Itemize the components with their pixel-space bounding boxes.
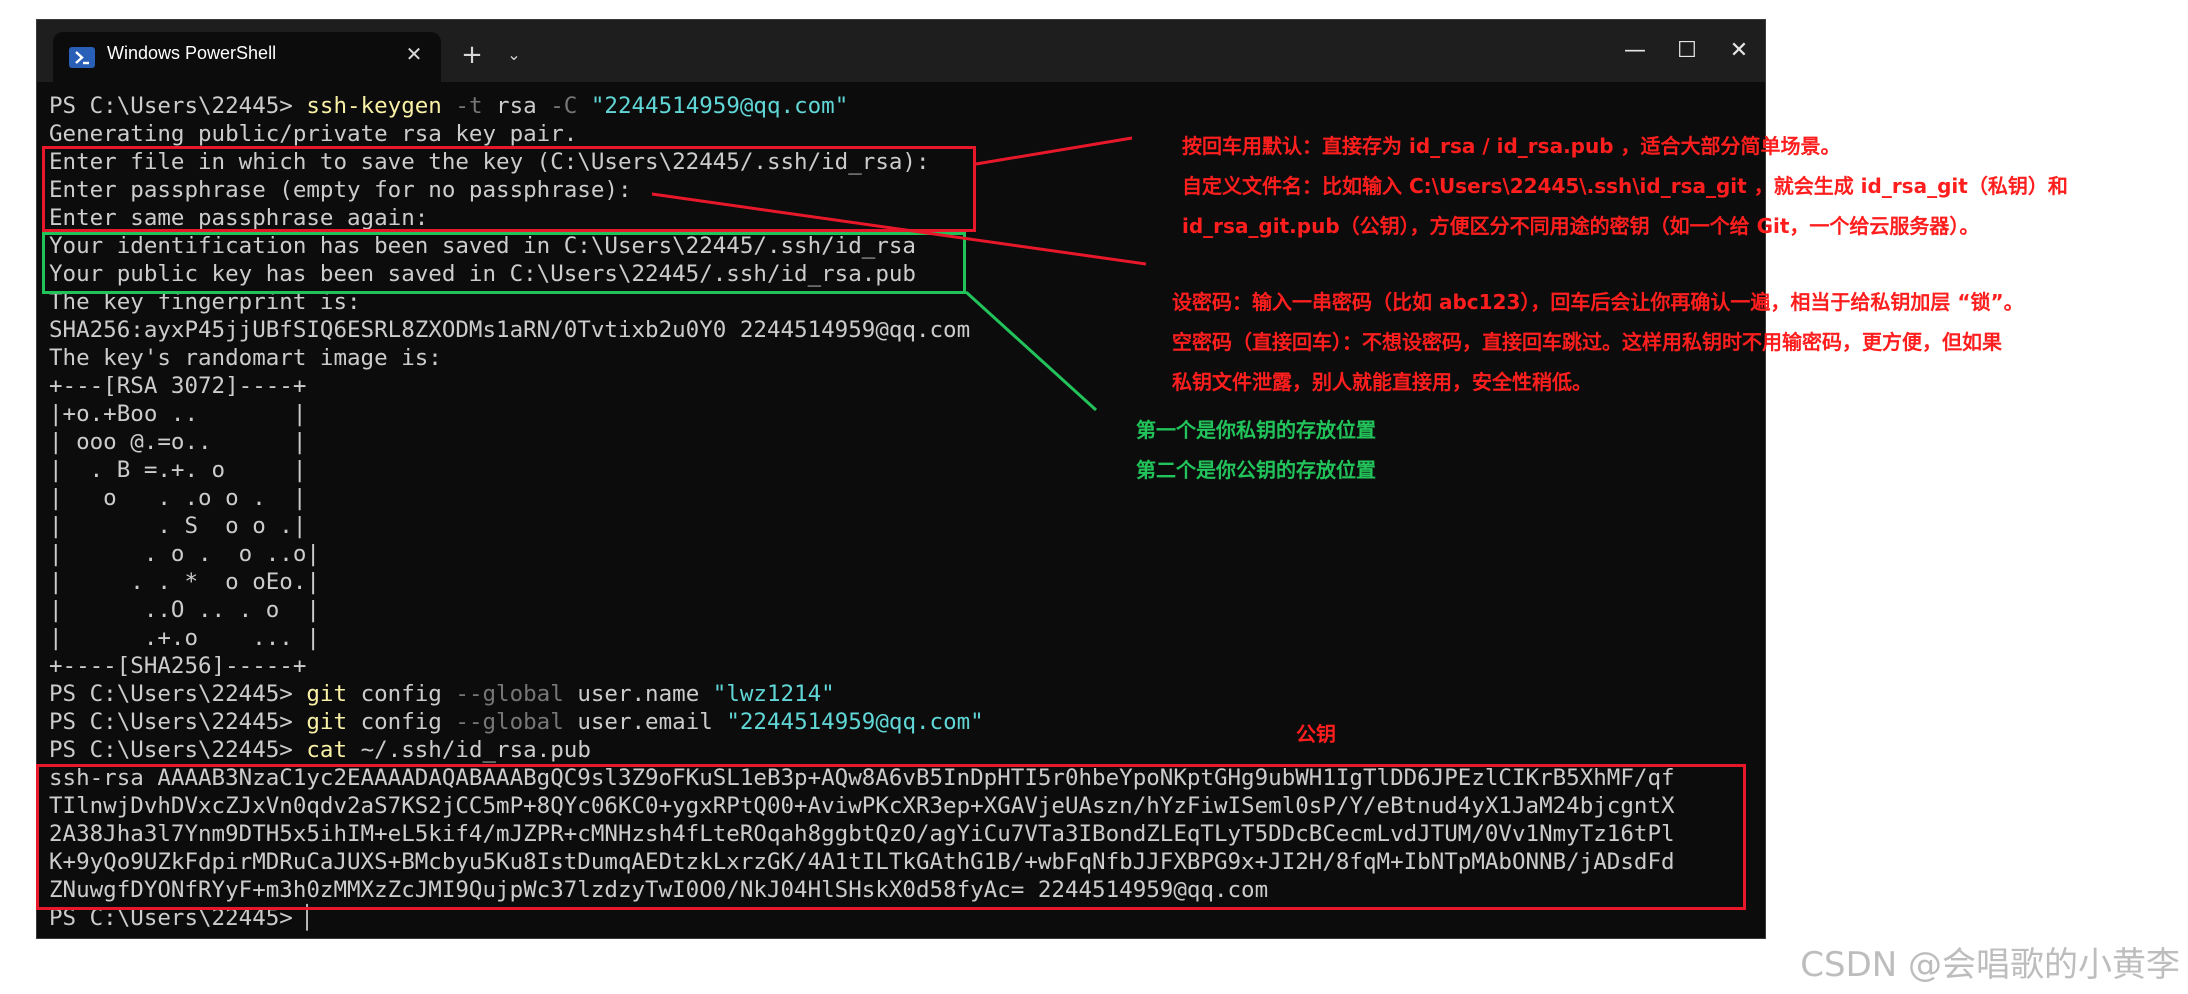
annotation-public-key-label: 公钥 bbox=[1296, 722, 1336, 746]
annotation-set-passphrase: 设密码：输入一串密码（比如 abc123），回车后会让你再确认一遍，相当于给私钥… bbox=[1172, 290, 2024, 314]
annotation-custom-filename: 自定义文件名：比如输入 C:\Users\22445\.ssh\id_rsa_g… bbox=[1182, 174, 2068, 198]
annotation-public-key-location: 第二个是你公钥的存放位置 bbox=[1136, 458, 1376, 482]
annotation-arrows bbox=[651, 136, 1147, 412]
annotation-custom-filename-cont: id_rsa_git.pub（公钥），方便区分不同用途的密钥（如一个给 Git，… bbox=[1182, 214, 1980, 238]
annotation-empty-passphrase: 空密码（直接回车）：不想设密码，直接回车跳过。这样用私钥时不用输密码，更方便，但… bbox=[1172, 330, 2002, 354]
watermark: CSDN @会唱歌的小黄李 bbox=[1800, 945, 2180, 985]
annotation-empty-passphrase-cont: 私钥文件泄露，别人就能直接用，安全性稍低。 bbox=[1172, 370, 1592, 394]
annotation-default-filename: 按回车用默认：直接存为 id_rsa / id_rsa.pub ，适合大部分简单… bbox=[1182, 134, 1841, 158]
annotation-private-key-location: 第一个是你私钥的存放位置 bbox=[1136, 418, 1376, 442]
